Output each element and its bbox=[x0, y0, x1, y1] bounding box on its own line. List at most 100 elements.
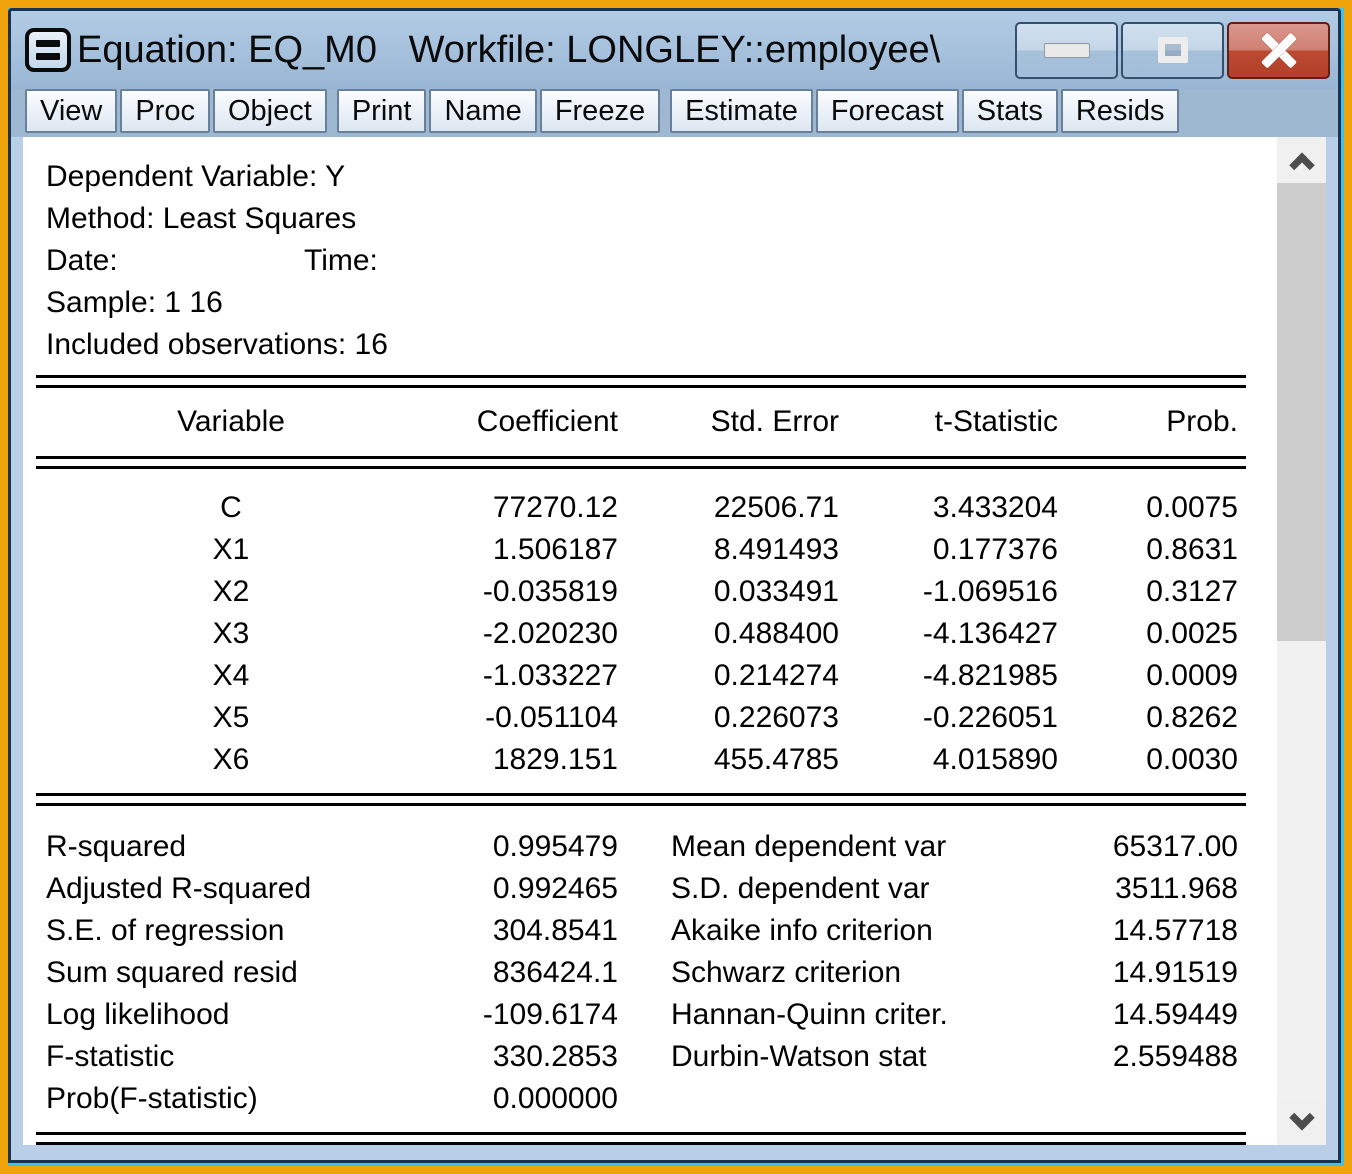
cell-prob: 0.0075 bbox=[1058, 487, 1246, 529]
sample-line: Sample: 1 16 bbox=[46, 282, 1277, 324]
stat-label: Hannan-Quinn criter. bbox=[661, 994, 1041, 1036]
table-row: X5 -0.051104 0.226073 -0.226051 0.8262 bbox=[36, 697, 1246, 739]
resids-button[interactable]: Resids bbox=[1061, 89, 1180, 133]
view-button[interactable]: View bbox=[25, 89, 117, 133]
icon-bar-top bbox=[36, 40, 60, 47]
header-variable: Variable bbox=[36, 401, 426, 443]
table-row: C 77270.12 22506.71 3.433204 0.0075 bbox=[36, 487, 1246, 529]
vertical-scrollbar[interactable] bbox=[1277, 137, 1326, 1145]
name-button[interactable]: Name bbox=[429, 89, 536, 133]
close-button[interactable] bbox=[1227, 22, 1330, 79]
minimize-icon bbox=[1044, 43, 1090, 58]
double-rule bbox=[36, 1132, 1246, 1145]
cell-variable: X1 bbox=[36, 529, 426, 571]
stat-value: 65317.00 bbox=[1041, 826, 1246, 868]
cell-prob: 0.8631 bbox=[1058, 529, 1246, 571]
stat-label: Schwarz criterion bbox=[661, 952, 1041, 994]
cell-t-statistic: -4.821985 bbox=[839, 655, 1058, 697]
cell-std-error: 22506.71 bbox=[618, 487, 839, 529]
proc-button[interactable]: Proc bbox=[120, 89, 210, 133]
stat-value: 3511.968 bbox=[1041, 868, 1246, 910]
stat-label: Sum squared resid bbox=[36, 952, 418, 994]
stat-value: 0.995479 bbox=[418, 826, 618, 868]
included-observations-line: Included observations: 16 bbox=[46, 324, 1277, 366]
cell-variable: X5 bbox=[36, 697, 426, 739]
maximize-button[interactable] bbox=[1121, 22, 1224, 79]
double-rule bbox=[36, 375, 1246, 388]
stat-value: 330.2853 bbox=[418, 1036, 618, 1078]
titlebar[interactable]: Equation: EQ_M0 Workfile: LONGLEY::emplo… bbox=[11, 11, 1338, 89]
stat-label: Akaike info criterion bbox=[661, 910, 1041, 952]
toolbar-group-estimate: Estimate Forecast Stats Resids bbox=[670, 89, 1179, 133]
table-row: X3 -2.020230 0.488400 -4.136427 0.0025 bbox=[36, 613, 1246, 655]
toolbar: View Proc Object Print Name Freeze Estim… bbox=[11, 89, 1338, 137]
table-header-row: Variable Coefficient Std. Error t-Statis… bbox=[36, 388, 1246, 456]
stat-value: 14.59449 bbox=[1041, 994, 1246, 1036]
maximize-icon bbox=[1158, 37, 1188, 63]
cell-t-statistic: -1.069516 bbox=[839, 571, 1058, 613]
scrollbar-thumb[interactable] bbox=[1277, 183, 1326, 641]
cell-variable: X6 bbox=[36, 739, 426, 781]
equation-window: Equation: EQ_M0 Workfile: LONGLEY::emplo… bbox=[8, 8, 1341, 1163]
regression-output: Dependent Variable: Y Method: Least Squa… bbox=[23, 137, 1277, 1145]
cell-std-error: 8.491493 bbox=[618, 529, 839, 571]
stat-value: 14.91519 bbox=[1041, 952, 1246, 994]
header-prob: Prob. bbox=[1058, 401, 1246, 443]
stat-value: 304.8541 bbox=[418, 910, 618, 952]
double-rule bbox=[36, 793, 1246, 806]
header-t-statistic: t-Statistic bbox=[839, 401, 1058, 443]
chevron-up-icon bbox=[1289, 152, 1314, 177]
stat-value: -109.6174 bbox=[418, 994, 618, 1036]
scroll-down-button[interactable] bbox=[1277, 1098, 1326, 1145]
cell-std-error: 0.226073 bbox=[618, 697, 839, 739]
cell-std-error: 0.488400 bbox=[618, 613, 839, 655]
stat-label: S.E. of regression bbox=[36, 910, 418, 952]
equation-object-icon[interactable] bbox=[25, 28, 71, 72]
freeze-button[interactable]: Freeze bbox=[540, 89, 660, 133]
cell-std-error: 0.033491 bbox=[618, 571, 839, 613]
cell-coefficient: 1.506187 bbox=[426, 529, 618, 571]
print-button[interactable]: Print bbox=[337, 89, 427, 133]
screenshot-frame: Equation: EQ_M0 Workfile: LONGLEY::emplo… bbox=[8, 8, 1344, 1166]
method-line: Method: Least Squares bbox=[46, 198, 1277, 240]
header-coefficient: Coefficient bbox=[426, 401, 618, 443]
cell-coefficient: -1.033227 bbox=[426, 655, 618, 697]
cell-t-statistic: -4.136427 bbox=[839, 613, 1058, 655]
cell-t-statistic: 3.433204 bbox=[839, 487, 1058, 529]
icon-bar-bottom bbox=[36, 53, 60, 60]
chevron-down-icon bbox=[1289, 1105, 1314, 1130]
stat-label: F-statistic bbox=[36, 1036, 418, 1078]
stats-button[interactable]: Stats bbox=[962, 89, 1058, 133]
cell-t-statistic: -0.226051 bbox=[839, 697, 1058, 739]
stat-label: Mean dependent var bbox=[661, 826, 1041, 868]
object-button[interactable]: Object bbox=[213, 89, 327, 133]
coefficient-table: C 77270.12 22506.71 3.433204 0.0075 X1 1… bbox=[36, 487, 1277, 781]
cell-variable: X2 bbox=[36, 571, 426, 613]
cell-variable: X3 bbox=[36, 613, 426, 655]
stat-label: S.D. dependent var bbox=[661, 868, 1041, 910]
stat-value: 0.000000 bbox=[418, 1078, 618, 1120]
client-area: Dependent Variable: Y Method: Least Squa… bbox=[11, 137, 1338, 1160]
stat-label: Log likelihood bbox=[36, 994, 418, 1036]
close-icon bbox=[1257, 28, 1301, 72]
cell-t-statistic: 4.015890 bbox=[839, 739, 1058, 781]
header-std-error: Std. Error bbox=[618, 401, 839, 443]
cell-std-error: 0.214274 bbox=[618, 655, 839, 697]
window-focus-accent: Equation: EQ_M0 Workfile: LONGLEY::emplo… bbox=[8, 8, 1344, 1166]
stat-value: 2.559488 bbox=[1041, 1036, 1246, 1078]
window-controls bbox=[1012, 22, 1330, 79]
estimate-button[interactable]: Estimate bbox=[670, 89, 813, 133]
forecast-button[interactable]: Forecast bbox=[816, 89, 959, 133]
window-title: Equation: EQ_M0 Workfile: LONGLEY::emplo… bbox=[77, 29, 1012, 72]
scroll-up-button[interactable] bbox=[1277, 137, 1326, 184]
time-label: Time: bbox=[304, 244, 378, 277]
double-rule bbox=[36, 456, 1246, 469]
cell-coefficient: -2.020230 bbox=[426, 613, 618, 655]
date-time-line: Date:Time: bbox=[46, 240, 1277, 282]
table-row: X2 -0.035819 0.033491 -1.069516 0.3127 bbox=[36, 571, 1246, 613]
toolbar-group-print: Print Name Freeze bbox=[337, 89, 660, 133]
minimize-button[interactable] bbox=[1015, 22, 1118, 79]
date-label: Date: bbox=[46, 240, 304, 282]
stat-value: 0.992465 bbox=[418, 868, 618, 910]
stat-label: Prob(F-statistic) bbox=[36, 1078, 418, 1120]
